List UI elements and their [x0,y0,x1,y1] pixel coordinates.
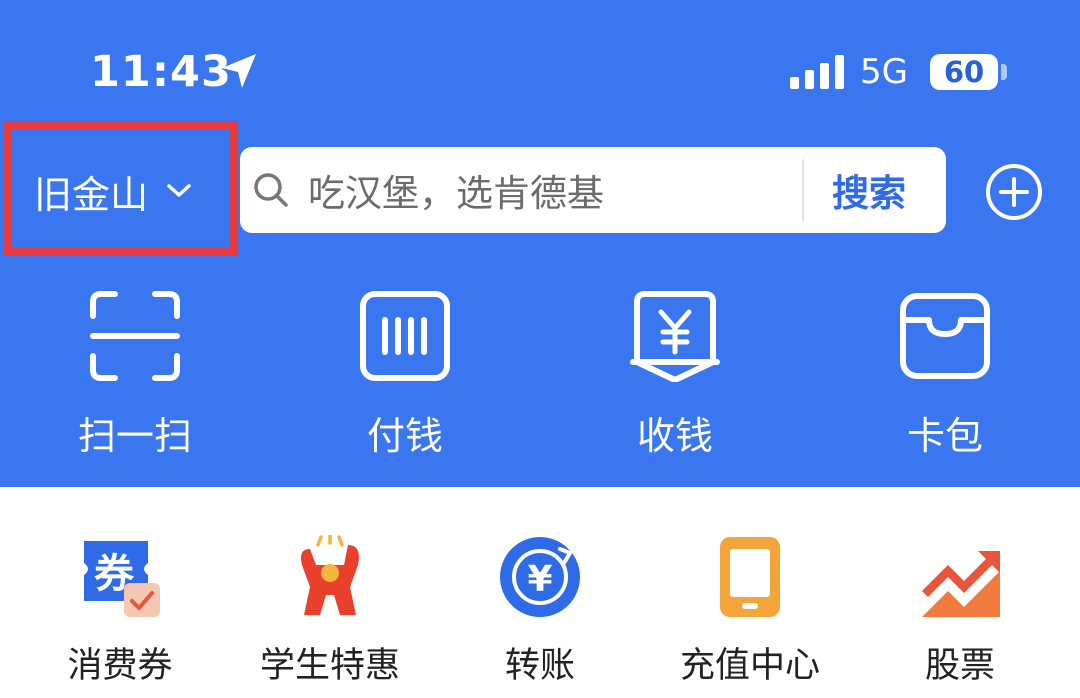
quick-action-receive[interactable]: 收钱 [575,290,775,460]
service-label: 消费券 [67,646,173,686]
service-coupon[interactable]: 券 消费券 [20,535,220,686]
quick-action-scan[interactable]: 扫一扫 [35,290,235,460]
service-label: 充值中心 [679,646,820,686]
quick-action-label: 收钱 [636,414,713,458]
network-type: 5G [860,52,908,92]
receive-money-icon [630,291,720,382]
service-stock[interactable]: 股票 [860,535,1060,686]
recharge-icon [720,537,780,617]
stock-icon [922,551,1000,617]
wallet-icon [900,293,990,379]
service-recharge[interactable]: 充值中心 [650,535,850,686]
service-student-deal[interactable]: 学生特惠 [230,535,430,686]
add-circle-icon[interactable] [984,162,1044,222]
barcode-icon [360,291,450,381]
student-deal-icon [301,535,359,615]
scan-icon [90,291,180,381]
transfer-icon: ¥ [500,537,580,617]
quick-action-wallet[interactable]: 卡包 [845,290,1045,460]
signal-icon [790,55,844,89]
location-arrow-icon [222,54,256,88]
quick-action-label: 卡包 [906,414,983,458]
service-label: 转账 [504,646,575,686]
city-name: 旧金山 [34,172,149,217]
quick-action-pay[interactable]: 付钱 [305,290,505,460]
service-transfer[interactable]: ¥ 转账 [440,535,640,686]
battery-tip [1001,64,1007,80]
header-area: 11:43 5G 60 旧金山 吃汉堡，选肯德基 搜索 扫一扫 付钱 收钱 卡包 [0,0,1080,487]
battery-icon: 60 [930,54,998,90]
chevron-down-icon [167,184,191,197]
quick-action-label: 付钱 [366,414,443,458]
search-input[interactable]: 吃汉堡，选肯德基 [308,147,604,233]
search-icon [254,173,288,207]
yen-glyph: ¥ [527,559,552,600]
coupon-icon: 券 [84,541,160,617]
quick-action-label: 扫一扫 [77,414,192,458]
battery-level: 60 [943,55,985,89]
search-divider [802,159,804,221]
city-selector[interactable]: 旧金山 [34,162,192,220]
service-label: 股票 [924,646,995,686]
search-button[interactable]: 搜索 [832,147,906,233]
search-bar[interactable]: 吃汉堡，选肯德基 搜索 [240,147,946,233]
status-time: 11:43 [90,47,232,97]
service-label: 学生特惠 [259,646,400,686]
